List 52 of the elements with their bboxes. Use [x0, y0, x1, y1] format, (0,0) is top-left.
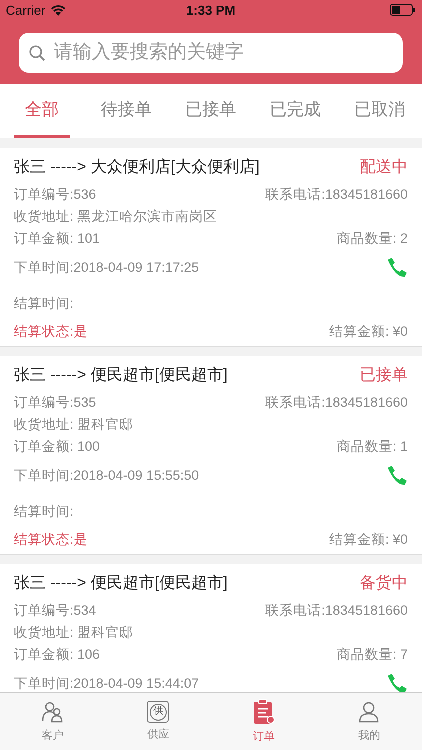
- supply-badge-icon: 供: [147, 701, 170, 723]
- settlement-amount: 结算金额: ¥0: [329, 323, 408, 341]
- tab-bar-item[interactable]: 订单: [211, 693, 316, 750]
- order-status: 配送中: [360, 158, 408, 178]
- order-title: 张三 -----> 便民超市[便民超市]: [14, 366, 228, 386]
- phone-icon[interactable]: [386, 257, 408, 279]
- phone-icon[interactable]: [386, 673, 408, 692]
- order-status: 备货中: [360, 574, 408, 594]
- settlement-time: 结算时间:: [14, 503, 74, 521]
- delivery-address: 收货地址: 盟科官邸: [14, 624, 134, 642]
- settlement-status: 结算状态:是: [14, 531, 88, 549]
- clipboard-icon: [252, 699, 276, 725]
- item-quantity: 商品数量: 7: [336, 646, 408, 664]
- phone-icon[interactable]: [386, 465, 408, 487]
- clock-time: 1:33 PM: [186, 2, 236, 18]
- order-status: 已接单: [360, 366, 408, 386]
- order-number: 订单编号:534: [14, 602, 96, 620]
- people-icon: [40, 700, 65, 724]
- order-amount: 订单金额: 106: [14, 646, 100, 664]
- order-time: 下单时间:2018-04-09 17:17:25: [14, 259, 200, 277]
- order-title: 张三 -----> 便民超市[便民超市]: [14, 574, 228, 594]
- item-quantity: 商品数量: 1: [336, 438, 408, 456]
- filter-tab[interactable]: 已完成: [267, 84, 324, 138]
- contact-phone: 联系电话:18345181660: [266, 602, 408, 620]
- filter-tab[interactable]: 待接单: [98, 84, 155, 138]
- wifi-icon: [50, 4, 66, 16]
- search-field[interactable]: 请输入要搜索的关键字: [19, 33, 403, 73]
- settlement-time: 结算时间:: [14, 295, 74, 313]
- item-quantity: 商品数量: 2: [336, 230, 408, 248]
- order-time: 下单时间:2018-04-09 15:44:07: [14, 675, 200, 692]
- order-number: 订单编号:535: [14, 394, 96, 412]
- tab-bar-item[interactable]: 客户: [0, 693, 106, 750]
- contact-phone: 联系电话:18345181660: [266, 394, 408, 412]
- order-title: 张三 -----> 大众便利店[大众便利店]: [14, 158, 260, 178]
- delivery-address: 收货地址: 黑龙江哈尔滨市南岗区: [14, 208, 218, 226]
- order-amount: 订单金额: 101: [14, 230, 100, 248]
- filter-tab[interactable]: 已接单: [182, 84, 240, 138]
- carrier-name: Carrier: [6, 2, 46, 18]
- filter-tab[interactable]: 全部: [14, 84, 70, 138]
- order-time: 下单时间:2018-04-09 15:55:50: [14, 467, 200, 485]
- tab-bar-item[interactable]: 我的: [316, 693, 422, 750]
- person-icon: [357, 700, 382, 724]
- order-amount: 订单金额: 100: [14, 438, 100, 456]
- battery-icon: [390, 4, 416, 16]
- search-icon: [29, 44, 46, 62]
- settlement-amount: 结算金额: ¥0: [329, 531, 408, 549]
- contact-phone: 联系电话:18345181660: [266, 186, 408, 204]
- filter-tab[interactable]: 已取消: [352, 84, 408, 138]
- delivery-address: 收货地址: 盟科官邸: [14, 416, 134, 434]
- settlement-status: 结算状态:是: [14, 323, 88, 341]
- order-number: 订单编号:536: [14, 186, 96, 204]
- tab-bar-item[interactable]: 供 供应: [106, 693, 211, 750]
